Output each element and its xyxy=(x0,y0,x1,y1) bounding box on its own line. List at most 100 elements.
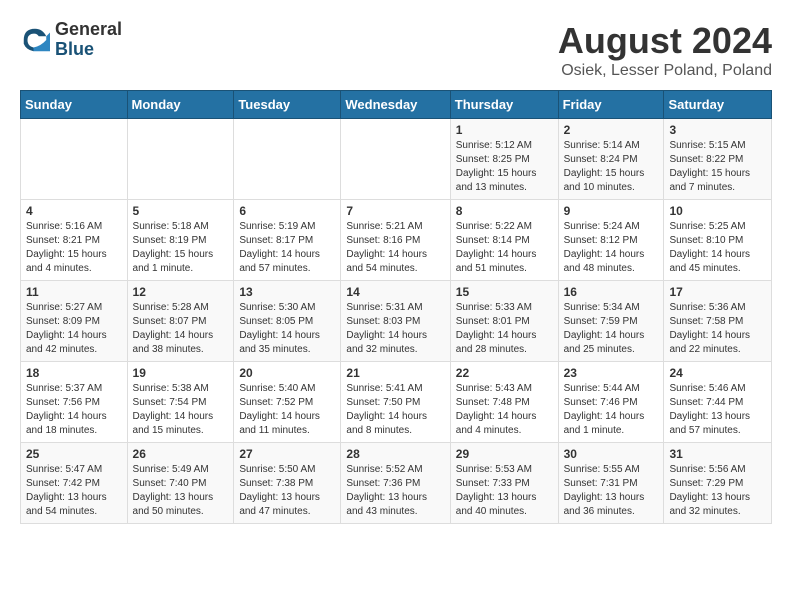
day-info: Sunrise: 5:15 AM Sunset: 8:22 PM Dayligh… xyxy=(669,139,766,195)
calendar-cell xyxy=(21,119,128,200)
calendar-cell: 23Sunrise: 5:44 AM Sunset: 7:46 PM Dayli… xyxy=(558,362,664,443)
day-number: 16 xyxy=(564,285,659,299)
day-of-week-header: Monday xyxy=(127,91,234,119)
day-number: 6 xyxy=(239,204,335,218)
calendar-cell: 22Sunrise: 5:43 AM Sunset: 7:48 PM Dayli… xyxy=(450,362,558,443)
calendar-cell: 4Sunrise: 5:16 AM Sunset: 8:21 PM Daylig… xyxy=(21,200,128,281)
calendar-cell xyxy=(127,119,234,200)
day-info: Sunrise: 5:22 AM Sunset: 8:14 PM Dayligh… xyxy=(456,220,553,276)
calendar-cell: 29 Sunrise: 5:53 AM Sunset: 7:33 PM Dayli… xyxy=(450,443,558,524)
day-number: 14 xyxy=(346,285,444,299)
calendar-cell: 16 Sunrise: 5:34 AM Sunset: 7:59 PM Dayli… xyxy=(558,281,664,362)
day-number: 20 xyxy=(239,366,335,380)
calendar-cell: 20 Sunrise: 5:40 AM Sunset: 7:52 PM Dayli… xyxy=(234,362,341,443)
logo-general: General xyxy=(55,20,122,40)
day-info: Sunrise: 5:40 AM Sunset: 7:52 PM Dayligh… xyxy=(239,382,335,438)
calendar-week-row: 11 Sunrise: 5:27 AM Sunset: 8:09 PM Dayli… xyxy=(21,281,772,362)
calendar-cell: 9 Sunrise: 5:24 AM Sunset: 8:12 PM Daylig… xyxy=(558,200,664,281)
day-number: 11 xyxy=(26,285,122,299)
day-number: 9 xyxy=(564,204,659,218)
day-info: Sunrise: 5:49 AM Sunset: 7:40 PM Dayligh… xyxy=(133,463,229,519)
day-info: Sunrise: 5:19 AM Sunset: 8:17 PM Dayligh… xyxy=(239,220,335,276)
day-number: 1 xyxy=(456,123,553,137)
day-number: 24 xyxy=(669,366,766,380)
day-of-week-header: Tuesday xyxy=(234,91,341,119)
day-info: Sunrise: 5:30 AM Sunset: 8:05 PM Dayligh… xyxy=(239,301,335,357)
day-info: Sunrise: 5:36 AM Sunset: 7:58 PM Dayligh… xyxy=(669,301,766,357)
day-info: Sunrise: 5:47 AM Sunset: 7:42 PM Dayligh… xyxy=(26,463,122,519)
day-info: Sunrise: 5:38 AM Sunset: 7:54 PM Dayligh… xyxy=(133,382,229,438)
calendar-cell: 11 Sunrise: 5:27 AM Sunset: 8:09 PM Dayli… xyxy=(21,281,128,362)
calendar-cell: 18Sunrise: 5:37 AM Sunset: 7:56 PM Dayli… xyxy=(21,362,128,443)
day-of-week-header: Saturday xyxy=(664,91,772,119)
day-info: Sunrise: 5:25 AM Sunset: 8:10 PM Dayligh… xyxy=(669,220,766,276)
calendar-cell: 28 Sunrise: 5:52 AM Sunset: 7:36 PM Dayli… xyxy=(341,443,450,524)
day-number: 29 xyxy=(456,447,553,461)
calendar-week-row: 18Sunrise: 5:37 AM Sunset: 7:56 PM Dayli… xyxy=(21,362,772,443)
logo-blue: Blue xyxy=(55,40,122,60)
day-number: 4 xyxy=(26,204,122,218)
day-info: Sunrise: 5:56 AM Sunset: 7:29 PM Dayligh… xyxy=(669,463,766,519)
calendar-cell: 25Sunrise: 5:47 AM Sunset: 7:42 PM Dayli… xyxy=(21,443,128,524)
calendar-cell: 12 Sunrise: 5:28 AM Sunset: 8:07 PM Dayli… xyxy=(127,281,234,362)
day-number: 19 xyxy=(133,366,229,380)
calendar-cell: 19 Sunrise: 5:38 AM Sunset: 7:54 PM Dayli… xyxy=(127,362,234,443)
calendar-cell: 13 Sunrise: 5:30 AM Sunset: 8:05 PM Dayli… xyxy=(234,281,341,362)
day-info: Sunrise: 5:21 AM Sunset: 8:16 PM Dayligh… xyxy=(346,220,444,276)
calendar-cell: 31Sunrise: 5:56 AM Sunset: 7:29 PM Dayli… xyxy=(664,443,772,524)
title-section: August 2024 Osiek, Lesser Poland, Poland xyxy=(558,20,772,80)
calendar-week-row: 1 Sunrise: 5:12 AM Sunset: 8:25 PM Daylig… xyxy=(21,119,772,200)
day-of-week-header: Wednesday xyxy=(341,91,450,119)
calendar-cell: 1 Sunrise: 5:12 AM Sunset: 8:25 PM Daylig… xyxy=(450,119,558,200)
calendar-cell: 7Sunrise: 5:21 AM Sunset: 8:16 PM Daylig… xyxy=(341,200,450,281)
location-subtitle: Osiek, Lesser Poland, Poland xyxy=(558,62,772,80)
day-of-week-header: Thursday xyxy=(450,91,558,119)
day-info: Sunrise: 5:27 AM Sunset: 8:09 PM Dayligh… xyxy=(26,301,122,357)
day-info: Sunrise: 5:33 AM Sunset: 8:01 PM Dayligh… xyxy=(456,301,553,357)
day-number: 10 xyxy=(669,204,766,218)
day-info: Sunrise: 5:31 AM Sunset: 8:03 PM Dayligh… xyxy=(346,301,444,357)
day-number: 13 xyxy=(239,285,335,299)
calendar-cell: 14 Sunrise: 5:31 AM Sunset: 8:03 PM Dayli… xyxy=(341,281,450,362)
day-number: 23 xyxy=(564,366,659,380)
day-info: Sunrise: 5:24 AM Sunset: 8:12 PM Dayligh… xyxy=(564,220,659,276)
day-info: Sunrise: 5:18 AM Sunset: 8:19 PM Dayligh… xyxy=(133,220,229,276)
day-number: 12 xyxy=(133,285,229,299)
day-number: 17 xyxy=(669,285,766,299)
calendar-header-row: SundayMondayTuesdayWednesdayThursdayFrid… xyxy=(21,91,772,119)
calendar-cell: 5 Sunrise: 5:18 AM Sunset: 8:19 PM Daylig… xyxy=(127,200,234,281)
day-number: 30 xyxy=(564,447,659,461)
logo-icon xyxy=(20,25,50,55)
calendar-cell: 17 Sunrise: 5:36 AM Sunset: 7:58 PM Dayli… xyxy=(664,281,772,362)
logo: General Blue xyxy=(20,20,122,60)
day-number: 21 xyxy=(346,366,444,380)
day-info: Sunrise: 5:37 AM Sunset: 7:56 PM Dayligh… xyxy=(26,382,122,438)
day-info: Sunrise: 5:28 AM Sunset: 8:07 PM Dayligh… xyxy=(133,301,229,357)
calendar-week-row: 4Sunrise: 5:16 AM Sunset: 8:21 PM Daylig… xyxy=(21,200,772,281)
calendar-cell: 21 Sunrise: 5:41 AM Sunset: 7:50 PM Dayli… xyxy=(341,362,450,443)
calendar-cell xyxy=(234,119,341,200)
calendar-cell: 2Sunrise: 5:14 AM Sunset: 8:24 PM Daylig… xyxy=(558,119,664,200)
logo-text: General Blue xyxy=(55,20,122,60)
day-info: Sunrise: 5:34 AM Sunset: 7:59 PM Dayligh… xyxy=(564,301,659,357)
day-info: Sunrise: 5:53 AM Sunset: 7:33 PM Dayligh… xyxy=(456,463,553,519)
day-number: 5 xyxy=(133,204,229,218)
day-info: Sunrise: 5:12 AM Sunset: 8:25 PM Dayligh… xyxy=(456,139,553,195)
day-info: Sunrise: 5:14 AM Sunset: 8:24 PM Dayligh… xyxy=(564,139,659,195)
month-year-title: August 2024 xyxy=(558,20,772,62)
calendar-cell: 6 Sunrise: 5:19 AM Sunset: 8:17 PM Daylig… xyxy=(234,200,341,281)
day-info: Sunrise: 5:52 AM Sunset: 7:36 PM Dayligh… xyxy=(346,463,444,519)
calendar-table: SundayMondayTuesdayWednesdayThursdayFrid… xyxy=(20,90,772,524)
day-number: 27 xyxy=(239,447,335,461)
calendar-cell: 27Sunrise: 5:50 AM Sunset: 7:38 PM Dayli… xyxy=(234,443,341,524)
calendar-cell: 8Sunrise: 5:22 AM Sunset: 8:14 PM Daylig… xyxy=(450,200,558,281)
calendar-cell xyxy=(341,119,450,200)
calendar-cell: 26Sunrise: 5:49 AM Sunset: 7:40 PM Dayli… xyxy=(127,443,234,524)
calendar-cell: 10 Sunrise: 5:25 AM Sunset: 8:10 PM Dayli… xyxy=(664,200,772,281)
calendar-cell: 3Sunrise: 5:15 AM Sunset: 8:22 PM Daylig… xyxy=(664,119,772,200)
day-of-week-header: Friday xyxy=(558,91,664,119)
calendar-week-row: 25Sunrise: 5:47 AM Sunset: 7:42 PM Dayli… xyxy=(21,443,772,524)
day-info: Sunrise: 5:41 AM Sunset: 7:50 PM Dayligh… xyxy=(346,382,444,438)
day-number: 28 xyxy=(346,447,444,461)
day-info: Sunrise: 5:43 AM Sunset: 7:48 PM Dayligh… xyxy=(456,382,553,438)
